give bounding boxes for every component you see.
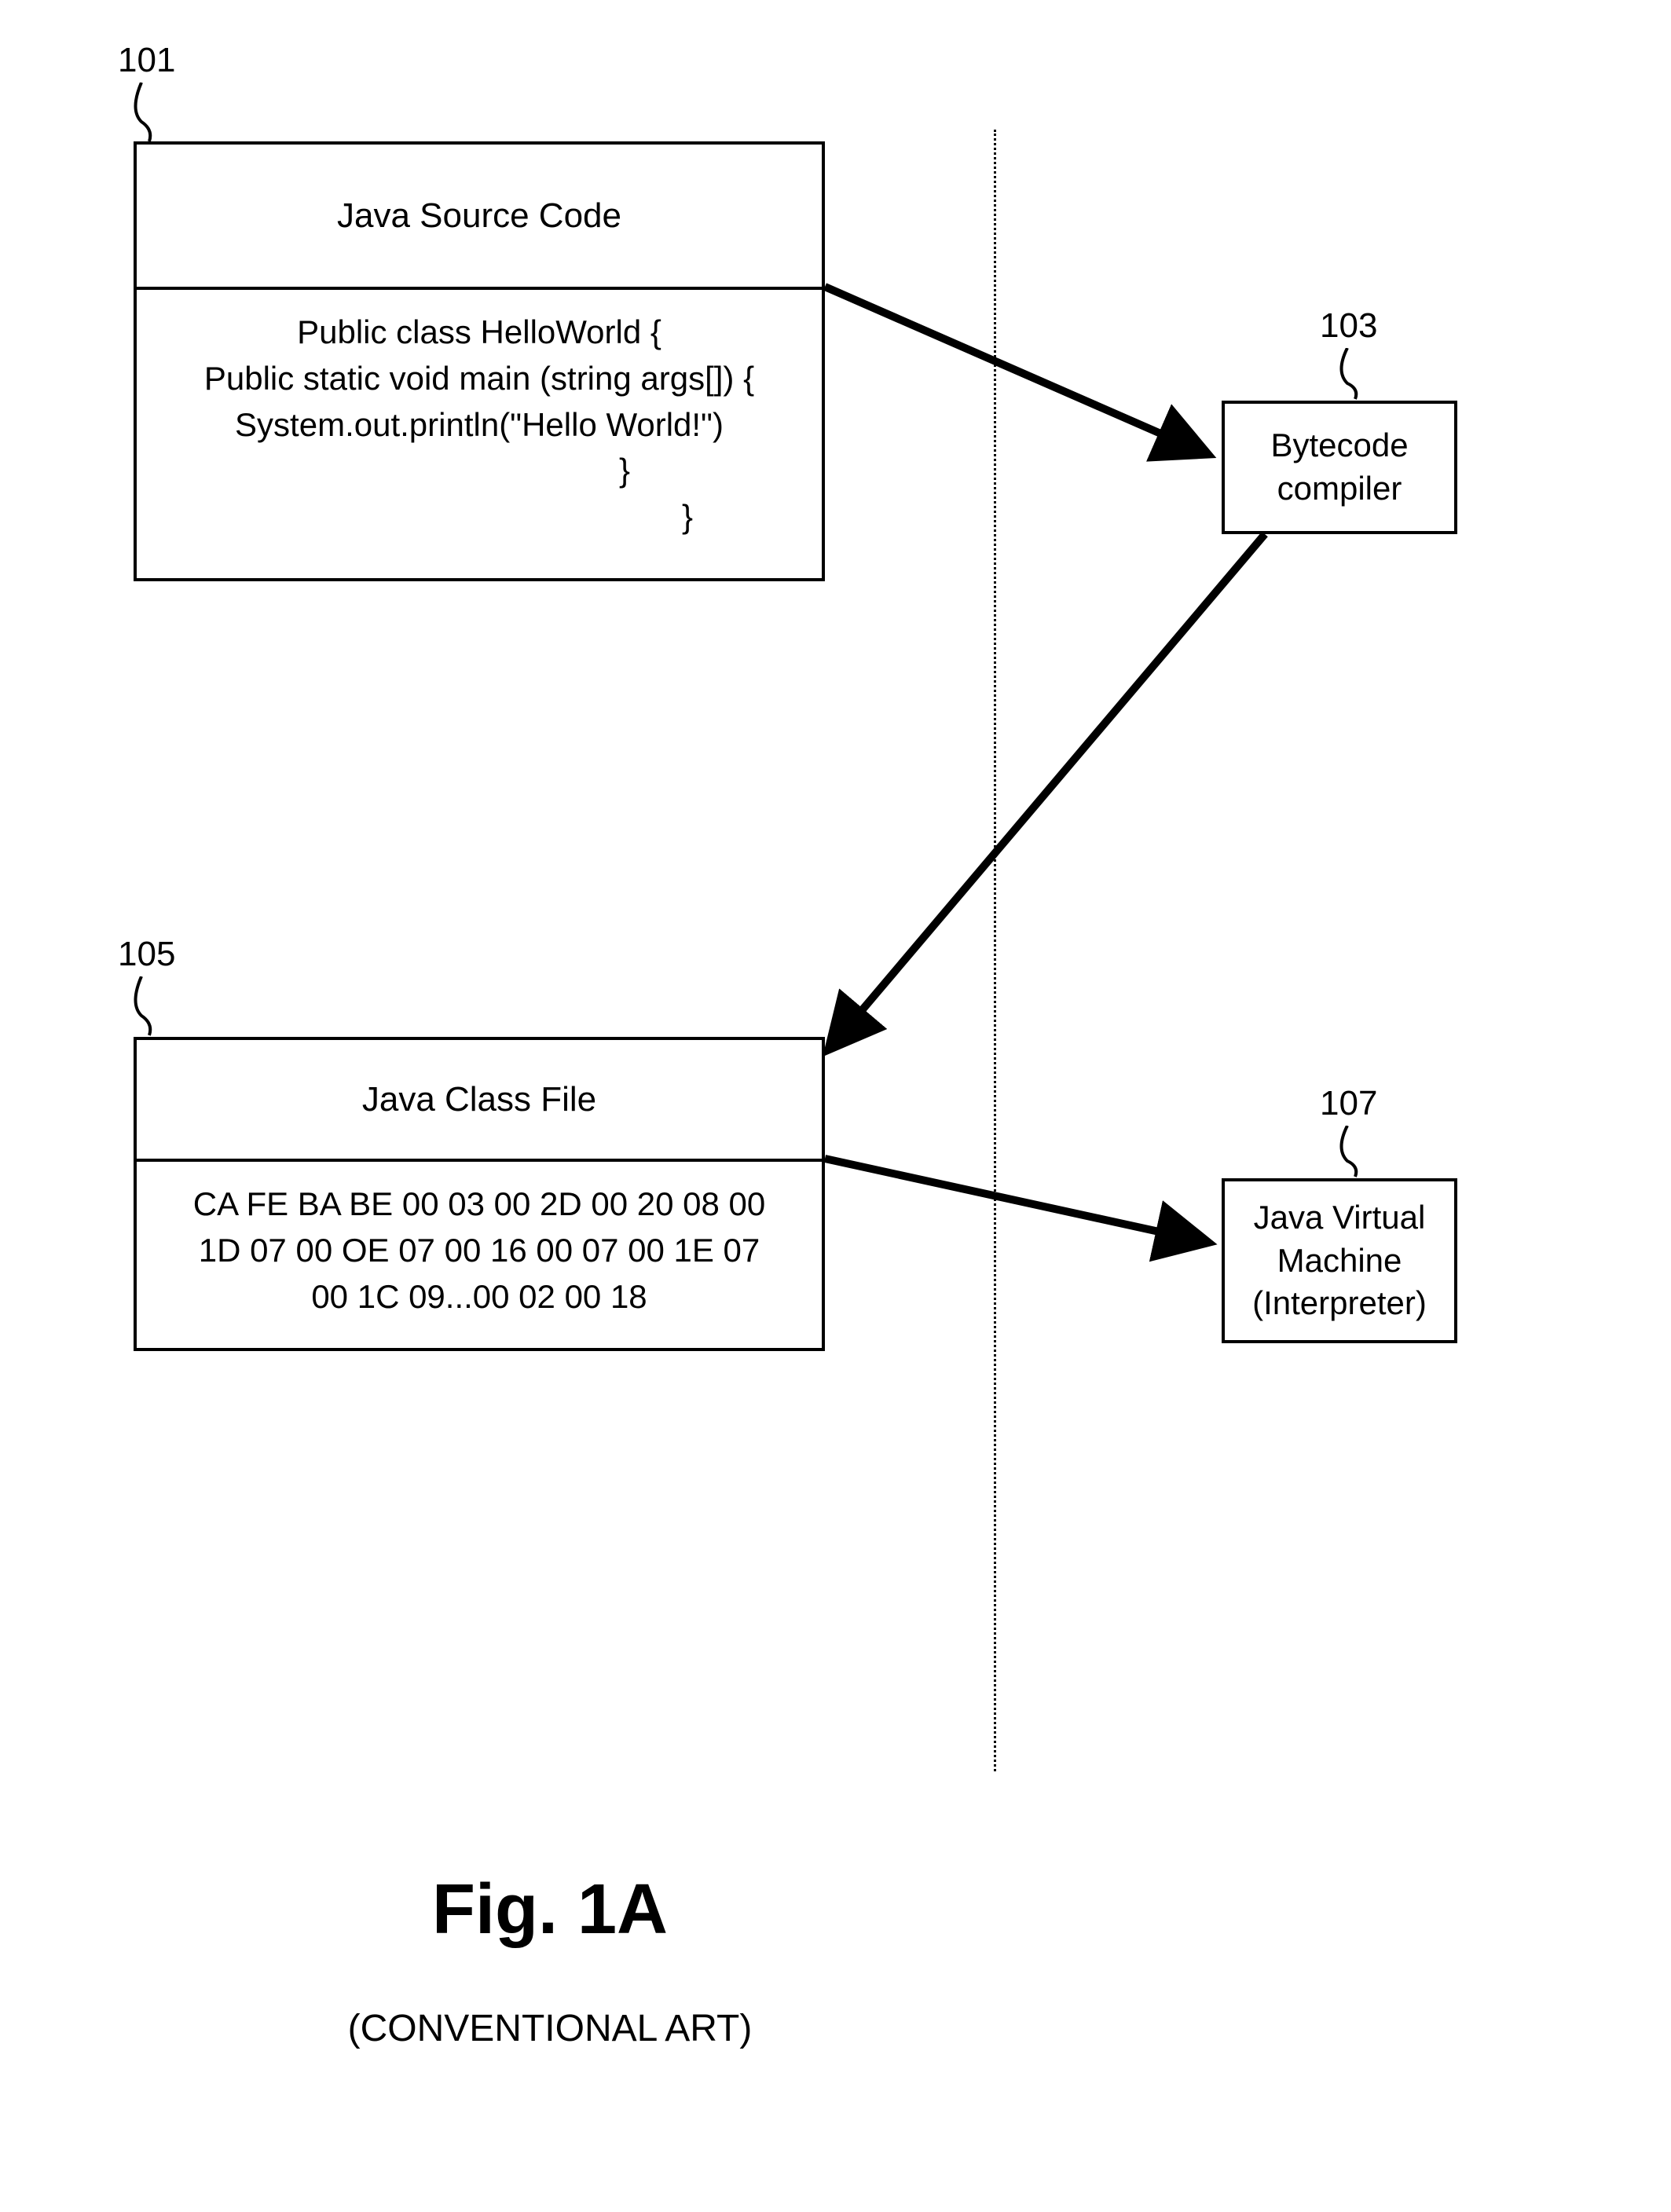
jvm-line-1: Java Virtual — [1252, 1196, 1427, 1240]
jvm-box: Java Virtual Machine (Interpreter) — [1222, 1178, 1457, 1343]
figure-subtitle: (CONVENTIONAL ART) — [314, 2007, 786, 2050]
diagram-container: 101 Java Source Code Public class HelloW… — [0, 0, 1671, 2212]
source-line-1: Public class HelloWorld { — [160, 309, 798, 356]
bytecode-compiler-box: Bytecode compiler — [1222, 401, 1457, 534]
ref-curve-103 — [1332, 348, 1379, 403]
jvm-line-3: (Interpreter) — [1252, 1282, 1427, 1325]
ref-label-101: 101 — [118, 41, 175, 80]
source-line-2: Public static void main (string args[]) … — [160, 356, 798, 402]
ref-label-105: 105 — [118, 935, 175, 974]
figure-title: Fig. 1A — [393, 1870, 707, 1950]
compiler-line-2: compiler — [1270, 467, 1408, 511]
ref-curve-107 — [1332, 1126, 1379, 1181]
classfile-line-2: 1D 07 00 OE 07 00 16 00 07 00 1E 07 — [160, 1228, 798, 1274]
source-line-3: System.out.println("Hello World!") — [160, 402, 798, 449]
ref-curve-101 — [126, 82, 173, 145]
classfile-line-3: 00 1C 09...00 02 00 18 — [160, 1274, 798, 1320]
java-source-body: Public class HelloWorld { Public static … — [137, 290, 822, 560]
arrow-source-to-compiler — [825, 287, 1233, 483]
classfile-line-1: CA FE BA BE 00 03 00 2D 00 20 08 00 — [160, 1181, 798, 1228]
arrow-classfile-to-jvm — [825, 1159, 1233, 1276]
ref-label-103: 103 — [1320, 306, 1377, 346]
compiler-line-1: Bytecode — [1270, 424, 1408, 467]
java-classfile-body: CA FE BA BE 00 03 00 2D 00 20 08 00 1D 0… — [137, 1162, 822, 1339]
java-classfile-box: Java Class File CA FE BA BE 00 03 00 2D … — [134, 1037, 825, 1351]
arrow-compiler-to-classfile — [817, 534, 1288, 1068]
java-source-box: Java Source Code Public class HelloWorld… — [134, 141, 825, 581]
ref-curve-105 — [126, 976, 173, 1039]
java-classfile-header: Java Class File — [137, 1040, 822, 1162]
java-source-header: Java Source Code — [137, 145, 822, 290]
source-line-5: } — [160, 494, 798, 540]
ref-label-107: 107 — [1320, 1084, 1377, 1123]
jvm-line-2: Machine — [1252, 1240, 1427, 1283]
source-line-4: } — [160, 448, 798, 494]
